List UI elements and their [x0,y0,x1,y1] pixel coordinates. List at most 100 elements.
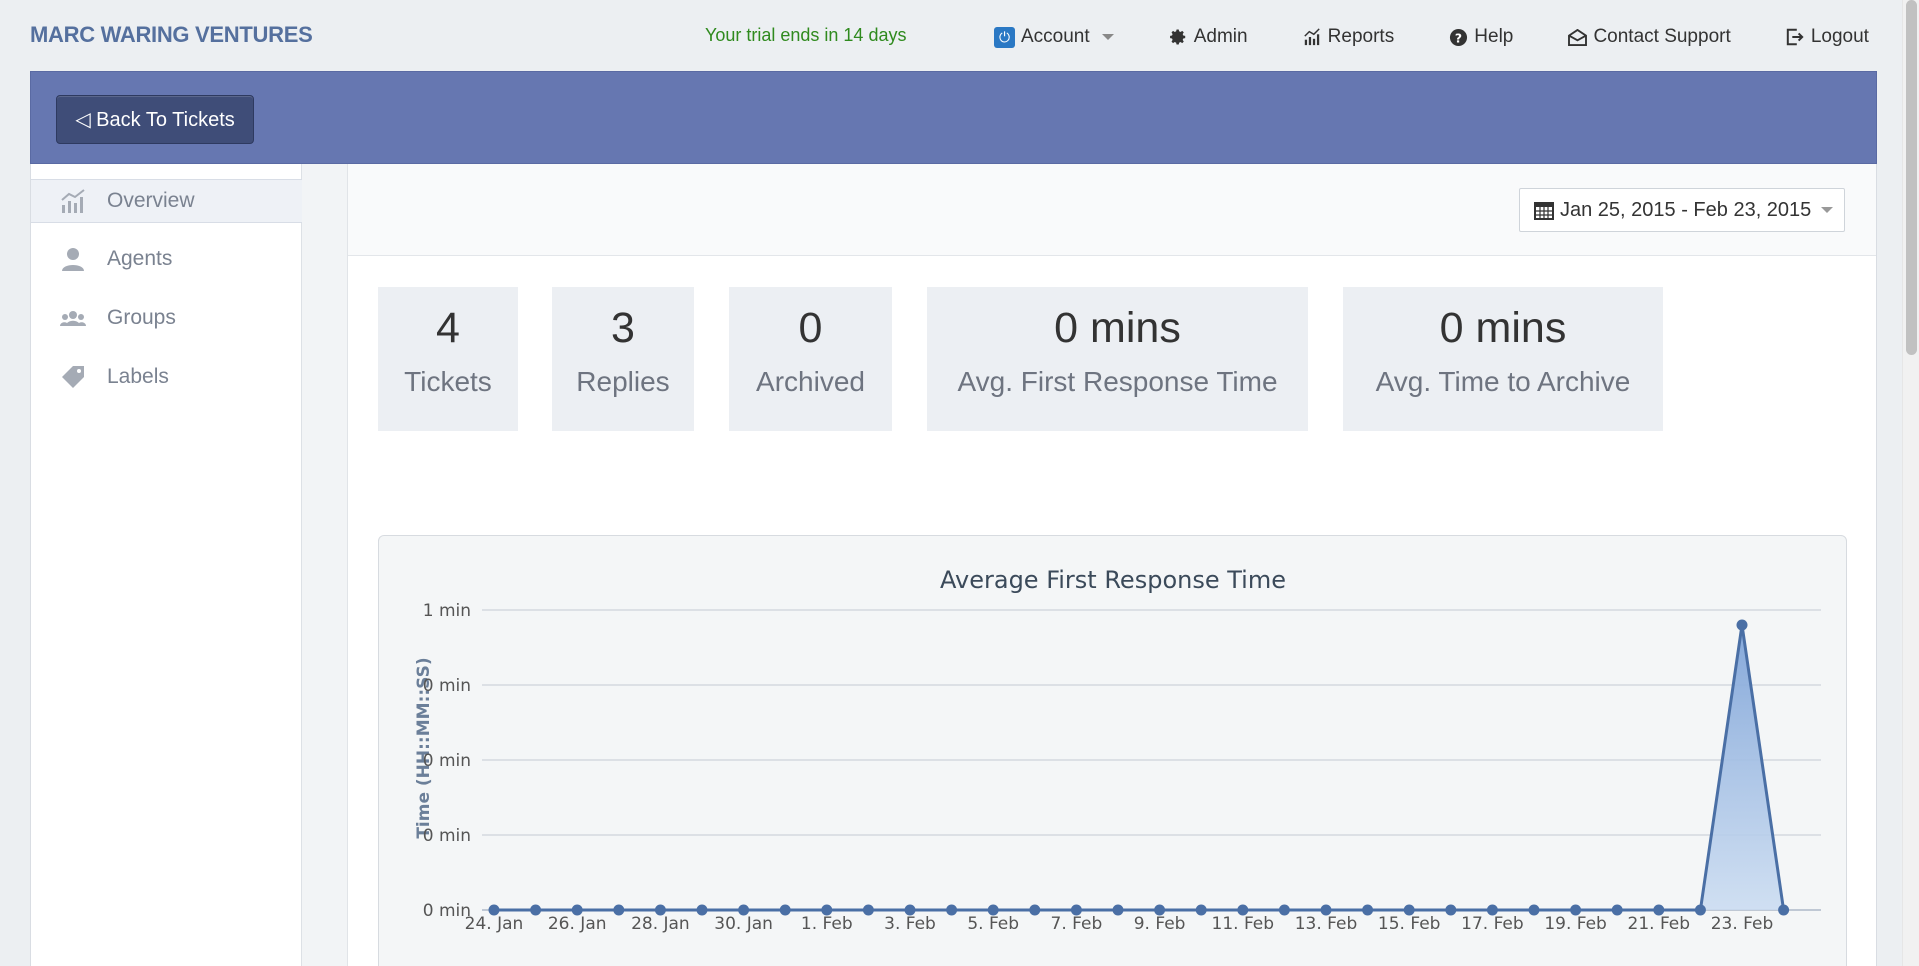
chart-data-point [821,904,833,916]
chart-data-point [1029,904,1041,916]
top-navigation: ⏻ Account Admin Reports ? Help Contact S… [994,26,1869,48]
chevron-down-icon [1821,207,1834,213]
chart-x-tick-label: 3. Feb [884,914,936,934]
report-toolbar: Jan 25, 2015 - Feb 23, 2015 [348,164,1876,256]
chart-data-point [1445,904,1457,916]
stat-label: Avg. Time to Archive [1375,366,1631,398]
stat-value: 0 [798,304,823,352]
chart-x-tick-label: 17. Feb [1461,914,1524,934]
brand-logo[interactable]: MARC WARING VENTURES [30,22,313,48]
contact-support-label: Contact Support [1593,26,1731,47]
calendar-icon [1534,202,1554,220]
date-range-picker[interactable]: Jan 25, 2015 - Feb 23, 2015 [1519,188,1845,232]
stat-value: 4 [436,304,460,352]
chart-x-tick-label: 5. Feb [967,914,1019,934]
sidebar-item-labels[interactable]: Labels [31,355,302,399]
question-circle-icon: ? [1448,27,1468,47]
help-link[interactable]: ? Help [1448,26,1513,48]
chart-data-point [904,904,916,916]
chart-y-tick-label: 0 min [423,751,471,771]
chart-data-point [1403,904,1415,916]
chart-data-point [1694,904,1706,916]
sidebar-item-groups[interactable]: Groups [31,296,302,340]
chart-data-point [1070,904,1082,916]
report-content: Jan 25, 2015 - Feb 23, 2015 4 Tickets 3 … [348,164,1876,966]
chart-data-point [613,904,625,916]
sidebar-item-overview[interactable]: Overview [31,179,302,223]
trial-notice: Your trial ends in 14 days [705,25,907,45]
sidebar-item-agents[interactable]: Agents [31,237,302,281]
chart-data-point [779,904,791,916]
main-panel: Overview Agents Groups Labels Jan 25, 20… [30,164,1877,966]
sidebar: Overview Agents Groups Labels [31,164,302,966]
chart-data-point [1112,904,1124,916]
envelope-icon [1567,27,1587,47]
chart-data-point [1320,904,1332,916]
chart-x-tick-label: 11. Feb [1212,914,1275,934]
stat-label: Avg. First Response Time [957,366,1278,398]
chart-data-point [862,904,874,916]
page-header-band: ◁ Back To Tickets [30,71,1877,164]
admin-link[interactable]: Admin [1168,26,1248,48]
chart-x-tick-label: 24. Jan [465,914,524,934]
page-scrollbar[interactable] [1902,0,1919,966]
help-label: Help [1474,26,1514,47]
user-icon [62,248,84,271]
gear-icon [1168,27,1188,47]
chart-title: Average First Response Time [940,566,1286,594]
stat-label: Replies [576,366,670,398]
chart-y-tick-label: 0 min [423,676,471,696]
stat-archived: 0 Archived [729,287,892,431]
chart-data-point [571,904,583,916]
stat-label: Archived [756,366,865,398]
stat-replies: 3 Replies [552,287,694,431]
sidebar-item-label: Labels [107,365,169,388]
chart-data-point [696,904,708,916]
stat-value: 0 mins [1439,304,1567,352]
chart-x-tick-label: 19. Feb [1544,914,1607,934]
stat-value: 0 mins [1054,304,1181,352]
contact-support-link[interactable]: Contact Support [1567,26,1731,48]
chart-data-point [1278,904,1290,916]
chevron-down-icon [1101,34,1114,40]
response-time-chart: Average First Response Time Time (HH::MM… [378,535,1847,966]
logout-label: Logout [1810,26,1869,47]
chart-x-tick-label: 9. Feb [1134,914,1186,934]
chart-data-point [1486,904,1498,916]
chart-data-point [1653,904,1665,916]
group-icon [60,311,86,326]
chart-data-point [1362,904,1374,916]
chart-icon [1302,27,1322,47]
chart-x-tick-label: 7. Feb [1051,914,1103,934]
logout-icon [1785,27,1805,47]
stat-avg-time-to-archive: 0 mins Avg. Time to Archive [1343,287,1663,431]
chart-data-point [530,904,542,916]
chart-series-line [494,624,1786,912]
back-to-tickets-button[interactable]: ◁ Back To Tickets [56,95,254,144]
chart-data-point [1154,904,1166,916]
logout-link[interactable]: Logout [1785,26,1869,48]
stat-label: Tickets [404,366,492,398]
chart-data-point [1195,904,1207,916]
chart-data-point [1778,904,1790,916]
chart-x-tick-label: 13. Feb [1295,914,1358,934]
chart-x-tick-label: 26. Jan [548,914,607,934]
chart-data-point [488,904,500,916]
scrollbar-thumb[interactable] [1906,0,1917,355]
chart-data-point [1570,904,1582,916]
sidebar-item-label: Groups [107,306,176,329]
chart-data-point [946,904,958,916]
tag-icon [62,366,84,388]
chart-x-tick-label: 28. Jan [631,914,690,934]
power-icon: ⏻ [994,26,1015,48]
svg-text:?: ? [1455,31,1462,45]
chart-data-point [654,904,666,916]
chart-data-point [1528,904,1540,916]
account-menu[interactable]: ⏻ Account [994,26,1114,48]
chart-y-tick-label: 1 min [423,601,471,621]
chart-data-point [1611,904,1623,916]
reports-link[interactable]: Reports [1302,26,1394,48]
chart-x-tick-label: 1. Feb [801,914,853,934]
stat-avg-first-response: 0 mins Avg. First Response Time [927,287,1308,431]
stat-value: 3 [611,304,635,352]
